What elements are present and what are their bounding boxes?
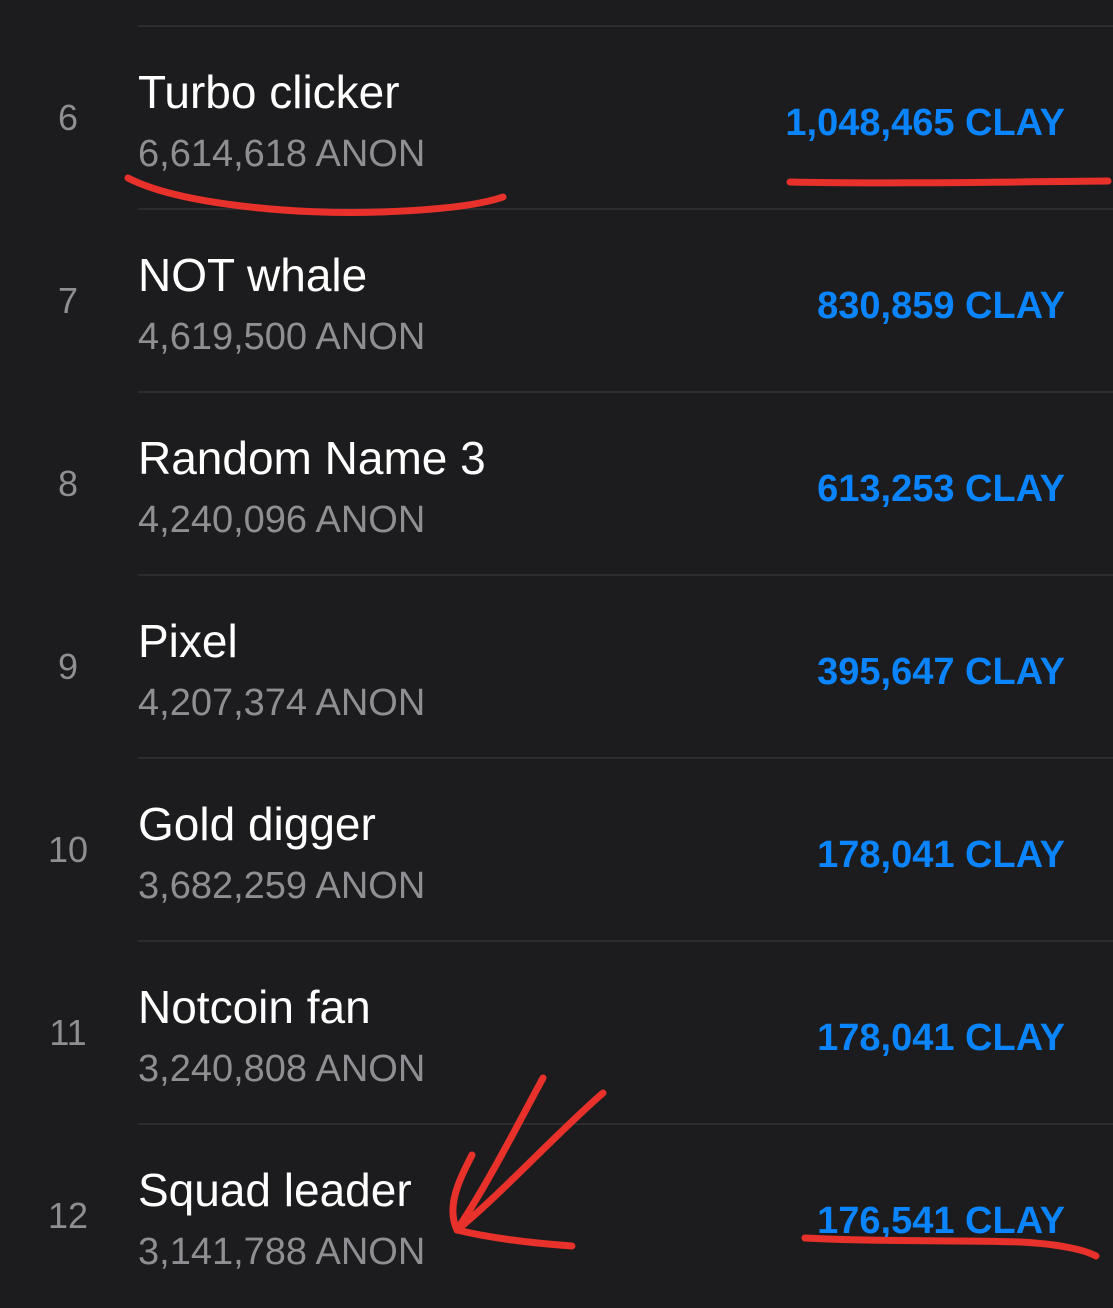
player-name: NOT whale bbox=[138, 249, 368, 301]
anon-balance: 3,240,808 ANON bbox=[138, 1048, 426, 1090]
clay-score: 176,541 CLAY bbox=[817, 1200, 1065, 1242]
anon-balance: 4,619,500 ANON bbox=[138, 316, 426, 358]
leaderboard-list: 6 Turbo clicker 6,614,618 ANON 1,048,465… bbox=[0, 0, 1113, 1280]
player-name: Random Name 3 bbox=[138, 432, 486, 484]
rank-number: 6 bbox=[57, 97, 79, 138]
anon-balance: 4,207,374 ANON bbox=[138, 682, 426, 724]
clay-score: 395,647 CLAY bbox=[817, 651, 1065, 693]
leaderboard-row[interactable]: 8 Random Name 3 4,240,096 ANON 613,253 C… bbox=[0, 393, 1113, 576]
anon-balance: 3,141,788 ANON bbox=[138, 1231, 426, 1273]
rank-number: 9 bbox=[57, 646, 79, 687]
player-name: Pixel bbox=[138, 615, 238, 667]
rank-number: 7 bbox=[57, 280, 79, 321]
anon-balance: 6,614,618 ANON bbox=[138, 133, 426, 175]
player-name: Squad leader bbox=[138, 1164, 412, 1216]
clay-score: 613,253 CLAY bbox=[817, 468, 1065, 510]
clay-score: 1,048,465 CLAY bbox=[785, 102, 1065, 144]
rank-number: 11 bbox=[49, 1012, 87, 1053]
clay-score: 178,041 CLAY bbox=[817, 834, 1065, 876]
leaderboard-row[interactable]: 10 Gold digger 3,682,259 ANON 178,041 CL… bbox=[0, 759, 1113, 942]
anon-balance: 3,682,259 ANON bbox=[138, 865, 426, 907]
player-name: Notcoin fan bbox=[138, 981, 371, 1033]
rank-number: 12 bbox=[47, 1195, 89, 1236]
leaderboard-row[interactable]: 11 Notcoin fan 3,240,808 ANON 178,041 CL… bbox=[0, 942, 1113, 1125]
anon-balance: 4,240,096 ANON bbox=[138, 499, 426, 541]
leaderboard-row[interactable]: 6 Turbo clicker 6,614,618 ANON 1,048,465… bbox=[0, 27, 1113, 210]
clay-score: 178,041 CLAY bbox=[817, 1017, 1065, 1059]
clay-score: 830,859 CLAY bbox=[817, 285, 1065, 327]
player-name: Gold digger bbox=[138, 798, 376, 850]
player-name: Turbo clicker bbox=[138, 66, 400, 118]
leaderboard-row[interactable]: 9 Pixel 4,207,374 ANON 395,647 CLAY bbox=[0, 576, 1113, 759]
leaderboard-row[interactable]: 7 NOT whale 4,619,500 ANON 830,859 CLAY bbox=[0, 210, 1113, 393]
rank-number: 8 bbox=[57, 463, 79, 504]
leaderboard-row[interactable]: 12 Squad leader 3,141,788 ANON 176,541 C… bbox=[0, 1125, 1113, 1308]
rank-number: 10 bbox=[47, 829, 89, 870]
